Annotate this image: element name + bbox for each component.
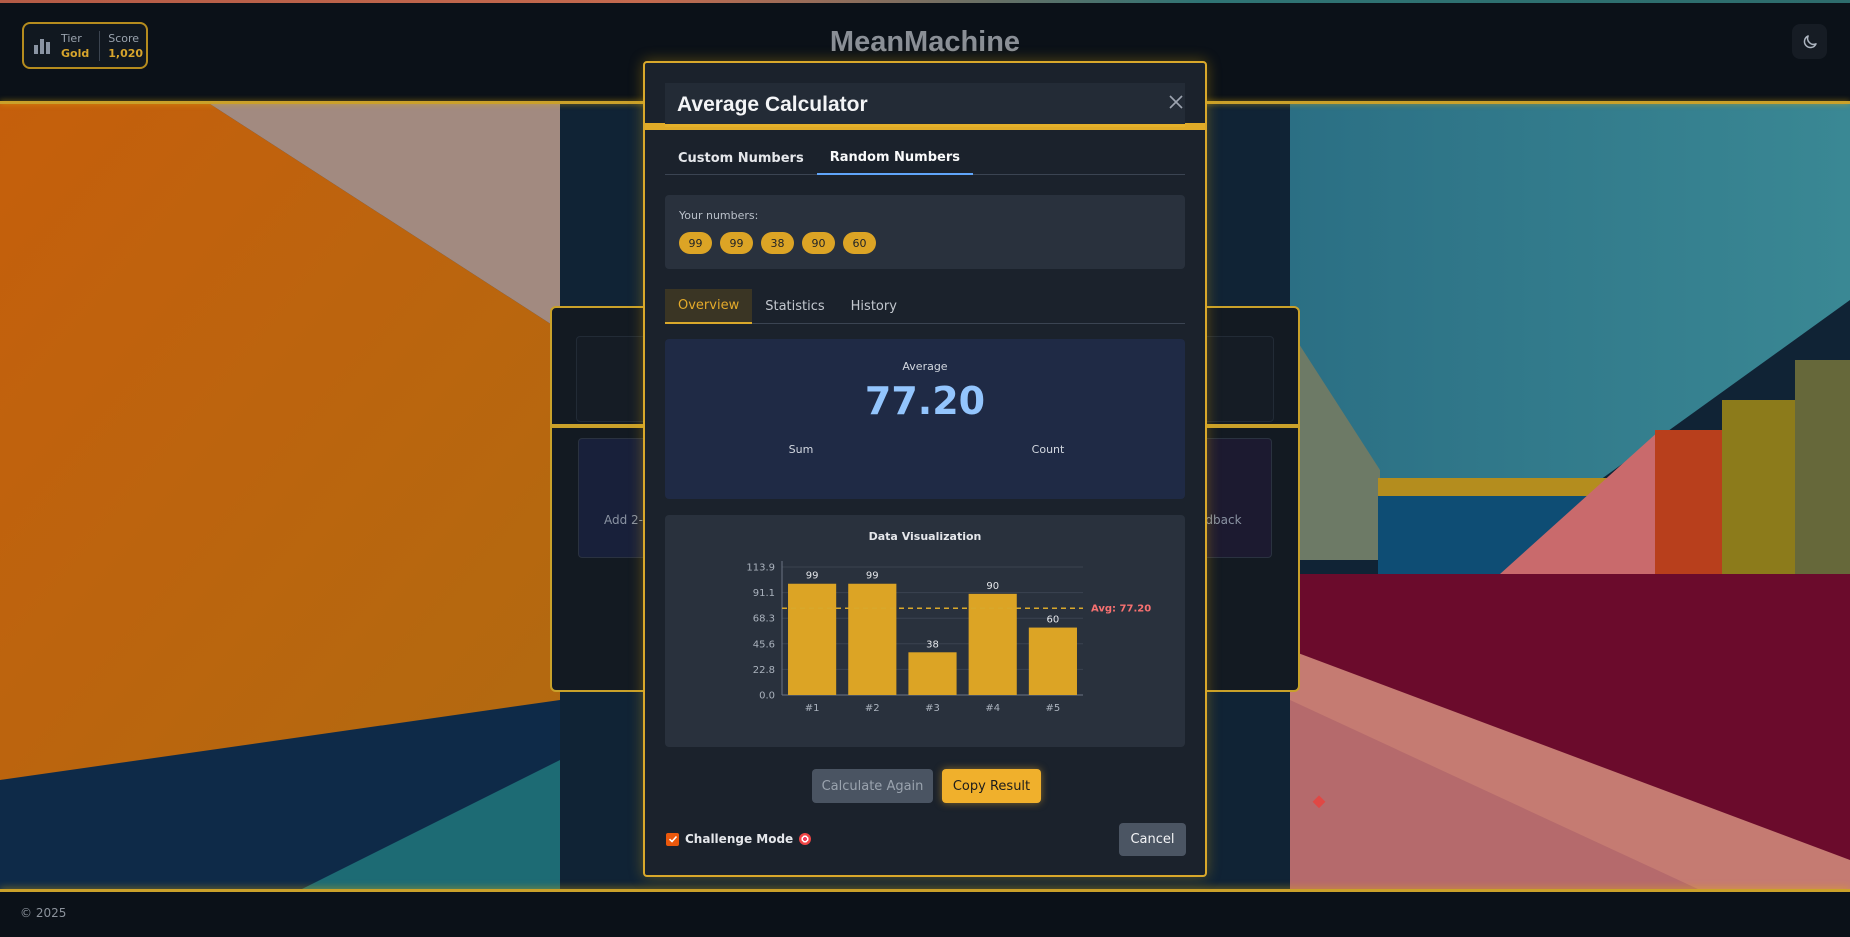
tier-label: Tier xyxy=(61,31,82,45)
copyright-text: © 2025 xyxy=(20,906,67,920)
number-chip: 99 xyxy=(679,232,712,254)
tab-custom-numbers[interactable]: Custom Numbers xyxy=(665,141,817,175)
numbers-label: Your numbers: xyxy=(679,209,759,222)
bar-value-label: 90 xyxy=(986,581,999,592)
bar xyxy=(848,583,897,695)
average-calculator-modal: Average Calculator Custom Numbers Random… xyxy=(643,61,1207,877)
close-button[interactable] xyxy=(1165,91,1187,113)
sum-label: Sum xyxy=(788,443,814,456)
top-accent-stripe xyxy=(0,0,1850,3)
view-tabs: Overview Statistics History xyxy=(665,289,1185,324)
number-chips: 99 99 38 90 60 xyxy=(679,232,876,254)
average-line-label: Avg: 77.20 xyxy=(1091,604,1151,615)
y-tick-label: 68.3 xyxy=(753,614,775,625)
result-panel: Average 77.20 Sum Count xyxy=(665,339,1185,499)
stat-divider xyxy=(99,30,101,61)
average-label: Average xyxy=(902,360,948,373)
tab-overview[interactable]: Overview xyxy=(665,289,753,324)
calculate-again-button[interactable]: Calculate Again xyxy=(812,769,933,803)
bar-value-label: 38 xyxy=(926,639,939,650)
number-chip: 38 xyxy=(761,232,794,254)
x-tick-label: #1 xyxy=(805,703,820,714)
challenge-mode-toggle[interactable]: Challenge Mode xyxy=(666,832,812,846)
moon-icon xyxy=(1803,34,1817,48)
visualization-panel: Data Visualization 0.0 22.8 45.6 68.3 91.1 11… xyxy=(665,515,1185,747)
y-tick-label: 22.8 xyxy=(753,665,775,676)
footer xyxy=(0,892,1850,937)
modal-title: Average Calculator xyxy=(677,93,868,116)
x-tick-label: #3 xyxy=(925,703,940,714)
bar-value-label: 60 xyxy=(1047,615,1060,626)
source-tabs: Custom Numbers Random Numbers xyxy=(665,141,1185,175)
score-label: Score xyxy=(108,31,140,45)
x-tick-label: #2 xyxy=(865,703,880,714)
bar xyxy=(1028,627,1077,695)
bar-value-label: 99 xyxy=(806,571,819,582)
tab-history[interactable]: History xyxy=(838,289,910,324)
bar xyxy=(908,652,957,695)
numbers-panel: Your numbers: 99 99 38 90 60 xyxy=(665,195,1185,269)
tier-stat: Tier Gold xyxy=(61,31,89,61)
copy-result-button[interactable]: Copy Result xyxy=(942,769,1041,803)
bar-value-label: 99 xyxy=(866,571,879,582)
y-tick-label: 0.0 xyxy=(759,691,775,702)
x-tick-label: #5 xyxy=(1046,703,1061,714)
x-tick-label: #4 xyxy=(985,703,1000,714)
average-value: 77.20 xyxy=(864,379,986,423)
target-icon xyxy=(799,833,812,845)
bar-chart-icon xyxy=(34,37,51,54)
score-value: 1,020 xyxy=(108,46,144,60)
theme-toggle-button[interactable] xyxy=(1792,24,1827,59)
tab-statistics[interactable]: Statistics xyxy=(752,289,837,324)
bar-chart: 0.0 22.8 45.6 68.3 91.1 113.9 99 #1 99 #2 38 #3 90 #4… xyxy=(746,561,1151,714)
number-chip: 60 xyxy=(843,232,876,254)
y-tick-label: 91.1 xyxy=(753,588,775,599)
close-icon xyxy=(1169,95,1183,109)
count-label: Count xyxy=(1031,443,1065,456)
y-tick-label: 45.6 xyxy=(753,639,775,650)
bar xyxy=(788,583,837,695)
cancel-button[interactable]: Cancel xyxy=(1119,823,1186,856)
checkmark-icon xyxy=(668,835,677,843)
bar xyxy=(968,593,1017,695)
tab-random-numbers[interactable]: Random Numbers xyxy=(816,141,974,175)
tier-score-badge: Tier Gold Score 1,020 xyxy=(22,22,148,69)
tier-value: Gold xyxy=(61,46,90,60)
score-stat: Score 1,020 xyxy=(108,31,143,61)
challenge-mode-checkbox[interactable] xyxy=(666,832,679,846)
y-tick-label: 113.9 xyxy=(746,563,775,574)
challenge-mode-label: Challenge Mode xyxy=(685,832,794,846)
number-chip: 90 xyxy=(802,232,835,254)
app-title: MeanMachine xyxy=(829,26,1021,58)
number-chip: 99 xyxy=(720,232,753,254)
